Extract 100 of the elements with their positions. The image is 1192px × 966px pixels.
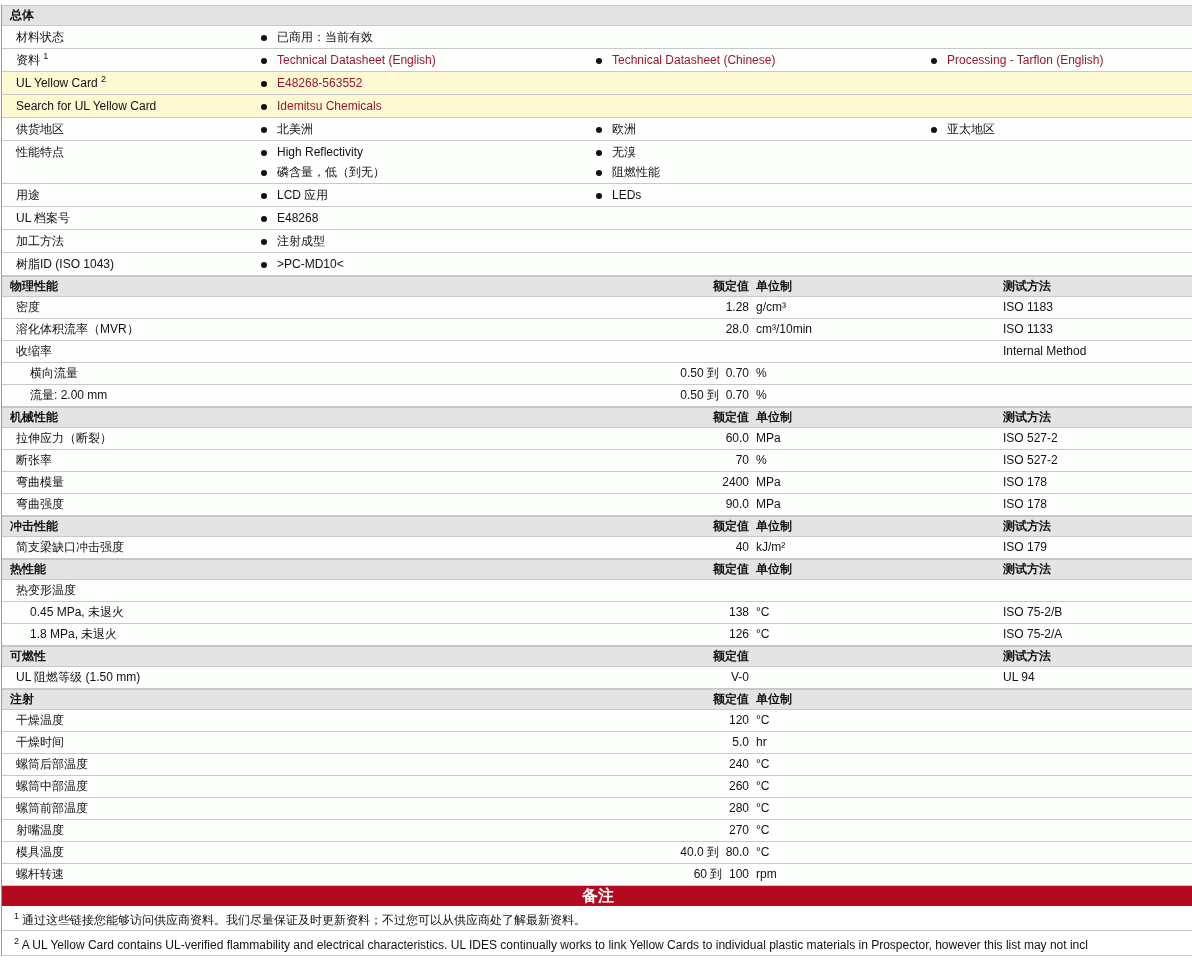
property-value: 120	[727, 712, 750, 729]
datasheet-link[interactable]: Technical Datasheet (English)	[277, 53, 436, 68]
row-value: >PC-MD10<	[277, 257, 344, 272]
property-value: 1.28	[724, 299, 750, 316]
property-name: 螺筒前部温度	[15, 800, 89, 817]
unit-text: rpm	[755, 866, 778, 883]
property-value: 126	[727, 626, 750, 643]
column-header: 额定值	[712, 278, 750, 295]
property-value: 0.50 到 0.70	[679, 387, 750, 404]
property-value: 5.0	[731, 734, 750, 751]
unit-text: °C	[755, 800, 771, 817]
datasheet-link[interactable]: Idemitsu Chemicals	[277, 99, 382, 114]
property-value: 90.0	[724, 496, 750, 513]
property-value: V-0	[730, 669, 750, 686]
row-value: High Reflectivity	[277, 145, 364, 160]
row-value: LEDs	[612, 188, 642, 203]
row-value: 欧洲	[612, 122, 636, 137]
column-header: 单位制	[755, 561, 793, 578]
test-method: ISO 527-2	[1003, 430, 1059, 447]
row-value: LCD 应用	[277, 188, 329, 203]
section-title: 热性能	[9, 561, 47, 578]
property-name: 横向流量	[29, 365, 79, 382]
test-method: ISO 1183	[1003, 299, 1054, 316]
test-method: ISO 178	[1003, 474, 1049, 491]
datasheet-link[interactable]: E48268-563552	[277, 76, 363, 91]
unit-text: °C	[755, 712, 771, 729]
row-label: 加工方法	[15, 234, 65, 249]
unit-text: kJ/m²	[755, 539, 787, 556]
unit-text: °C	[755, 756, 771, 773]
column-header: 单位制	[755, 691, 793, 708]
test-method: UL 94	[1003, 669, 1036, 686]
row-label: Search for UL Yellow Card	[15, 99, 158, 114]
bullet-icon	[596, 57, 602, 64]
test-method: ISO 75-2/A	[1003, 626, 1064, 643]
bullet-icon	[261, 126, 267, 133]
test-method: ISO 179	[1003, 539, 1049, 556]
test-method: ISO 1133	[1003, 321, 1054, 338]
property-name: 1.8 MPa, 未退火	[29, 626, 119, 643]
property-name: 拉伸应力（断裂）	[15, 430, 113, 447]
property-value: 28.0	[724, 321, 750, 338]
column-header: 额定值	[712, 518, 750, 535]
section-title: 机械性能	[9, 409, 59, 426]
section-title: 冲击性能	[9, 518, 59, 535]
column-header: 额定值	[712, 691, 750, 708]
property-value: 40.0 到 80.0	[679, 844, 750, 861]
row-value: 磷含量，低（到无）	[277, 165, 385, 180]
row-value: 阻燃性能	[612, 165, 660, 180]
bullet-icon	[596, 169, 602, 176]
unit-text: °C	[755, 778, 771, 795]
property-value: 2400	[721, 474, 750, 491]
unit-text: MPa	[755, 496, 782, 513]
footnote-text: $^{1}$ 通过这些链接您能够访问供应商资料。我们尽量保证及时更新资料；不过您可以从供应商处了解最新资料。	[2, 906, 1192, 931]
column-header: 测试方法	[1003, 409, 1052, 426]
datasheet-link[interactable]: Technical Datasheet (Chinese)	[612, 53, 776, 68]
property-name: 弯曲模量	[15, 474, 65, 491]
row-label: 材料状态	[15, 30, 65, 45]
section-title: 物理性能	[9, 278, 59, 295]
unit-text: °C	[755, 626, 771, 643]
unit-text: hr	[755, 734, 768, 751]
property-name: 射嘴温度	[15, 822, 65, 839]
unit-text: MPa	[755, 430, 782, 447]
property-name: 溶化体积流率（MVR）	[15, 321, 140, 338]
row-value: E48268	[277, 211, 319, 226]
bullet-icon	[261, 57, 267, 64]
bullet-icon	[596, 149, 602, 156]
property-name: 干燥时间	[15, 734, 65, 751]
bullet-icon	[596, 192, 602, 199]
unit-text: MPa	[755, 474, 782, 491]
column-header: 额定值	[712, 648, 750, 665]
footnote-text: $^{2}$ A UL Yellow Card contains UL-verified flammability and electrical characteristics. UL IDES continually works to link Yellow Cards to individual plastic materials in Prospector, however this list may not incl	[2, 931, 1192, 956]
unit-text: °C	[755, 822, 771, 839]
property-name: 螺筒中部温度	[15, 778, 89, 795]
property-value: 40	[734, 539, 750, 556]
column-header: 单位制	[755, 278, 793, 295]
notes-header: 备注	[2, 886, 1192, 906]
bullet-icon	[261, 169, 267, 176]
property-name: 模具温度	[15, 844, 65, 861]
unit-text: g/cm³	[755, 299, 787, 316]
column-header: 测试方法	[1003, 278, 1052, 295]
bullet-icon	[261, 149, 267, 156]
property-value: 60.0	[724, 430, 750, 447]
row-label: UL 档案号	[15, 211, 72, 226]
unit-text: %	[755, 452, 768, 469]
unit-text: %	[755, 365, 768, 382]
row-label: UL Yellow Card $^{2}$	[15, 76, 107, 91]
property-value: 138	[727, 604, 750, 621]
bullet-icon	[261, 261, 267, 268]
property-value: 70	[734, 452, 750, 469]
datasheet-link[interactable]: Processing - Tarflon (English)	[947, 53, 1104, 68]
property-value: 280	[727, 800, 750, 817]
property-name: 螺杆转速	[15, 866, 65, 883]
bullet-icon	[261, 80, 267, 87]
property-name: 断张率	[15, 452, 53, 469]
section-title: 可燃性	[9, 648, 47, 665]
section-title: 注射	[9, 691, 35, 708]
column-header: 测试方法	[1003, 648, 1052, 665]
column-header: 额定值	[712, 561, 750, 578]
property-name: 螺筒后部温度	[15, 756, 89, 773]
row-label: 性能特点	[15, 145, 65, 161]
row-value: 亚太地区	[947, 122, 995, 137]
